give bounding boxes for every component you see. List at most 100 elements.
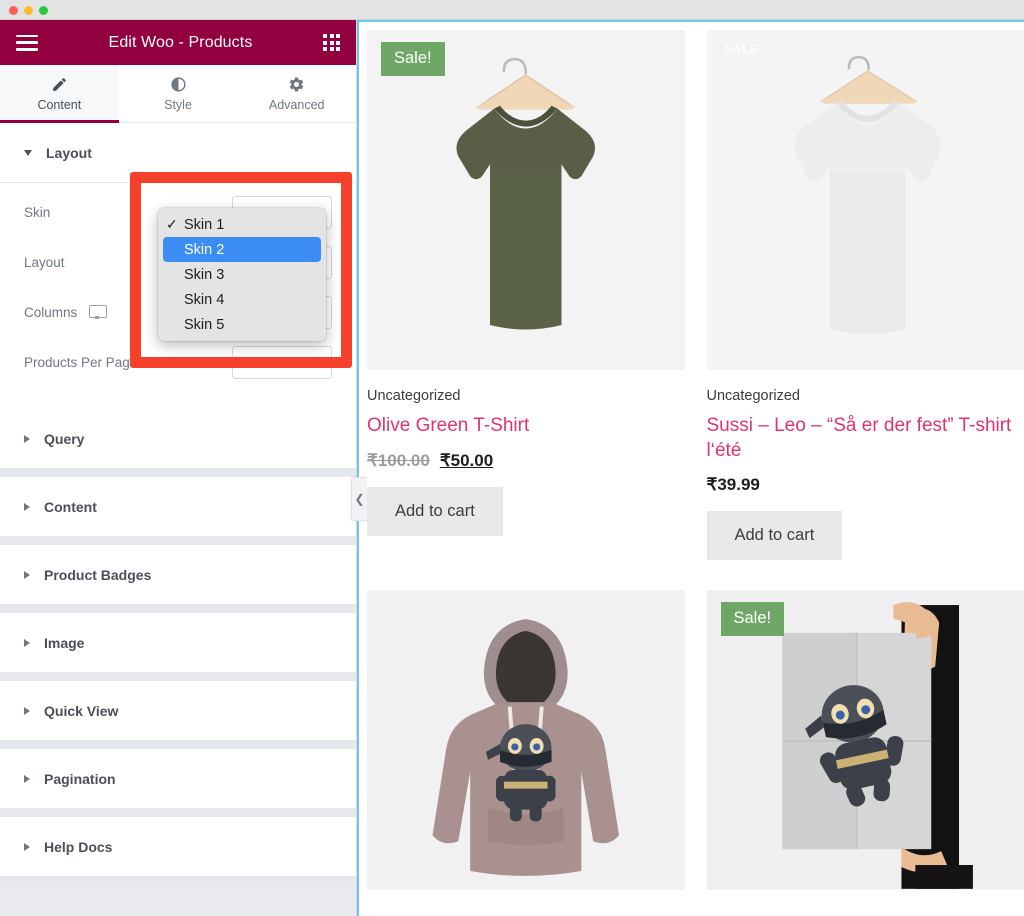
panel-empty-area xyxy=(0,885,356,916)
monitor-icon[interactable] xyxy=(89,305,108,319)
preview-canvas: Sale! Uncategorized Olive Green T-Shirt … xyxy=(357,20,1024,916)
section-divider xyxy=(0,537,356,545)
chevron-down-icon xyxy=(24,149,32,156)
contrast-icon xyxy=(170,75,187,93)
preview-accent-border-left xyxy=(357,20,359,916)
product-price: ₹39.99 xyxy=(707,475,1024,495)
section-title-query: Query xyxy=(44,430,85,447)
select-option-skin-5[interactable]: Skin 5 xyxy=(158,312,326,337)
select-option-skin-3[interactable]: Skin 3 xyxy=(158,262,326,287)
product-image[interactable]: Sale! xyxy=(367,30,685,370)
section-divider xyxy=(0,741,356,749)
product-title[interactable]: Sussi – Leo – “Så er der fest” T-shirt l… xyxy=(707,414,1024,463)
tab-advanced-label: Advanced xyxy=(268,98,325,112)
chevron-right-icon xyxy=(24,570,30,579)
skin-select-popup[interactable]: ✓ Skin 1 Skin 2 Skin 3 Skin 4 Skin 5 xyxy=(158,208,326,341)
select-option-label: Skin 4 xyxy=(184,291,225,308)
section-title-layout: Layout xyxy=(46,144,92,161)
olive-tshirt-artwork xyxy=(367,31,685,369)
section-header-layout[interactable]: Layout xyxy=(0,123,356,183)
tab-content[interactable]: Content xyxy=(0,65,119,123)
section-title-help-docs: Help Docs xyxy=(44,838,113,855)
add-to-cart-button[interactable]: Add to cart xyxy=(706,511,843,561)
app-root: Edit Woo - Products Content Style Advanc… xyxy=(0,0,1024,916)
section-header-image[interactable]: Image xyxy=(0,613,356,673)
traffic-lights xyxy=(9,6,48,15)
status-badge: Sale! xyxy=(720,602,785,637)
product-card xyxy=(367,590,685,891)
select-option-label: Skin 2 xyxy=(184,241,225,258)
chevron-left-icon: ❮ xyxy=(354,492,365,506)
section-divider xyxy=(0,469,356,477)
section-divider xyxy=(0,877,356,885)
product-price-new: ₹50.00 xyxy=(439,450,494,470)
panel-tabs: Content Style Advanced xyxy=(0,65,356,123)
section-title-image: Image xyxy=(44,634,85,651)
ninja-hoodie-artwork xyxy=(367,591,685,890)
tab-style[interactable]: Style xyxy=(118,65,238,122)
chevron-right-icon xyxy=(24,434,30,443)
product-grid: Sale! Uncategorized Olive Green T-Shirt … xyxy=(359,22,1024,891)
chevron-right-icon xyxy=(24,502,30,511)
check-icon: ✓ xyxy=(166,216,178,232)
hamburger-icon[interactable] xyxy=(16,34,38,51)
control-products-per-page: Products Per Page xyxy=(24,337,332,387)
preview-accent-border-top xyxy=(359,20,1024,22)
section-divider xyxy=(0,673,356,681)
product-card: SALE Uncategorized Sussi – Leo – “Så er … xyxy=(706,30,1024,561)
tab-style-label: Style xyxy=(164,98,192,112)
product-category: Uncategorized xyxy=(706,388,801,404)
grid-apps-icon[interactable] xyxy=(323,34,340,51)
pencil-icon xyxy=(51,75,68,93)
product-category: Uncategorized xyxy=(367,388,461,404)
section-title-pagination: Pagination xyxy=(44,770,116,787)
select-option-label: Skin 3 xyxy=(184,266,225,283)
product-title[interactable]: Olive Green T-Shirt xyxy=(367,414,685,439)
section-header-product-badges[interactable]: Product Badges xyxy=(0,545,356,605)
product-card: Sale! xyxy=(706,590,1024,891)
product-price-old: ₹100.00 xyxy=(367,450,430,470)
section-header-help-docs[interactable]: Help Docs xyxy=(0,817,356,877)
window-close-button[interactable] xyxy=(9,6,18,15)
control-label-skin: Skin xyxy=(24,204,51,220)
product-image[interactable]: SALE xyxy=(706,30,1024,370)
select-option-skin-1[interactable]: ✓ Skin 1 xyxy=(158,212,326,237)
chevron-right-icon xyxy=(24,842,30,851)
control-label-products-per-page: Products Per Page xyxy=(24,354,138,370)
chevron-right-icon xyxy=(24,638,30,647)
section-header-query[interactable]: Query xyxy=(0,409,356,469)
section-divider xyxy=(0,605,356,613)
section-divider xyxy=(0,809,356,817)
select-option-skin-4[interactable]: Skin 4 xyxy=(158,287,326,312)
add-to-cart-button[interactable]: Add to cart xyxy=(367,486,503,536)
product-image[interactable] xyxy=(367,590,685,891)
status-badge: SALE xyxy=(724,42,759,56)
control-label-layout: Layout xyxy=(24,254,65,270)
panel-collapse-handle[interactable]: ❮ xyxy=(351,477,367,521)
select-option-skin-2[interactable]: Skin 2 xyxy=(163,237,321,262)
product-card: Sale! Uncategorized Olive Green T-Shirt … xyxy=(367,30,685,560)
window-maximize-button[interactable] xyxy=(39,6,48,15)
tab-advanced[interactable]: Advanced xyxy=(237,65,356,122)
section-title-quick-view: Quick View xyxy=(44,702,119,719)
select-option-label: Skin 5 xyxy=(184,316,225,333)
section-header-quick-view[interactable]: Quick View xyxy=(0,681,356,741)
select-option-label: Skin 1 xyxy=(184,216,225,233)
product-image[interactable]: Sale! xyxy=(706,590,1024,891)
products-per-page-input[interactable] xyxy=(232,345,332,379)
gear-icon xyxy=(288,75,305,93)
window-minimize-button[interactable] xyxy=(24,6,33,15)
tab-content-label: Content xyxy=(37,98,82,112)
section-title-content: Content xyxy=(44,498,97,515)
control-label-columns-text: Columns xyxy=(24,304,78,320)
elementor-panel: Edit Woo - Products Content Style Advanc… xyxy=(0,20,357,916)
section-header-pagination[interactable]: Pagination xyxy=(0,749,356,809)
section-header-content[interactable]: Content xyxy=(0,477,356,537)
chevron-right-icon xyxy=(24,774,30,783)
product-price-current: ₹39.99 xyxy=(706,475,760,495)
panel-header: Edit Woo - Products xyxy=(0,20,356,65)
window-titlebar xyxy=(0,0,1024,20)
control-label-columns: Columns xyxy=(24,304,108,320)
page-title: Edit Woo - Products xyxy=(108,33,253,51)
product-price: ₹100.00 ₹50.00 xyxy=(367,451,685,471)
